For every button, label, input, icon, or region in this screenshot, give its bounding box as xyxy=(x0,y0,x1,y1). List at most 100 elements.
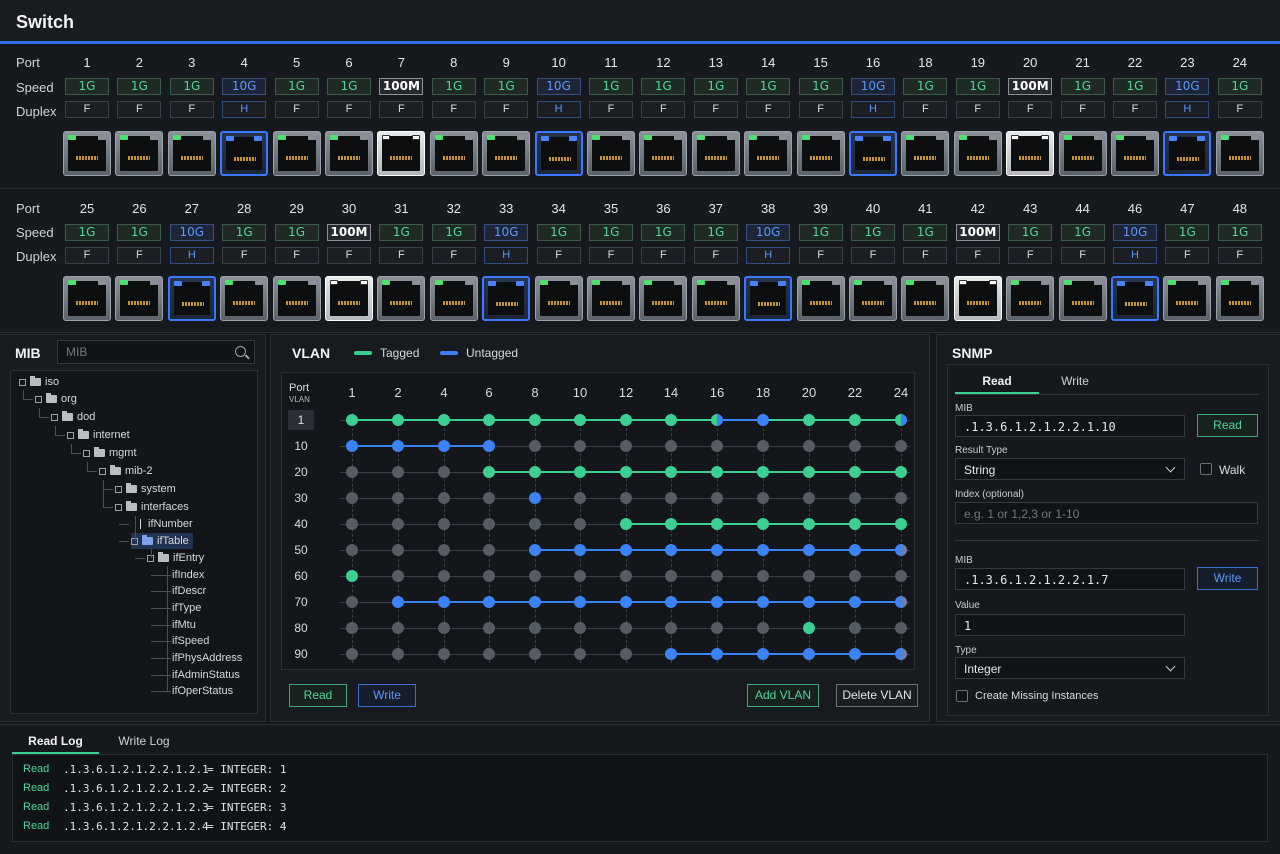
vlan-port-dot[interactable] xyxy=(711,414,723,426)
vlan-port-dot[interactable] xyxy=(803,596,815,608)
vlan-port-dot[interactable] xyxy=(895,544,907,556)
vlan-port-dot[interactable] xyxy=(392,596,404,608)
ethernet-port-37[interactable] xyxy=(691,276,740,321)
vlan-port-dot[interactable] xyxy=(620,492,632,504)
tree-node[interactable]: mib-2 xyxy=(99,463,153,479)
ethernet-port-33[interactable] xyxy=(482,276,531,321)
vlan-port-dot[interactable] xyxy=(849,622,861,634)
ethernet-port-11[interactable] xyxy=(587,131,635,176)
vlan-write-button[interactable]: Write xyxy=(358,684,416,707)
ethernet-port-46[interactable] xyxy=(1111,276,1159,321)
tree-node[interactable]: ifEntry xyxy=(147,550,204,566)
vlan-port-dot[interactable] xyxy=(711,596,723,608)
ethernet-port-42[interactable] xyxy=(953,276,1002,321)
tab-read-log[interactable]: Read Log xyxy=(12,734,99,754)
vlan-port-dot[interactable] xyxy=(711,440,723,452)
vlan-port-dot[interactable] xyxy=(757,440,769,452)
tree-node[interactable]: ifOperStatus xyxy=(172,683,233,699)
vlan-read-button[interactable]: Read xyxy=(289,684,347,707)
ethernet-port-16[interactable] xyxy=(849,131,897,176)
vlan-port-dot[interactable] xyxy=(620,544,632,556)
vlan-port-dot[interactable] xyxy=(574,518,586,530)
vlan-port-dot[interactable] xyxy=(438,492,450,504)
vlan-port-dot[interactable] xyxy=(895,414,907,426)
vlan-port-dot[interactable] xyxy=(392,440,404,452)
snmp-read-button[interactable]: Read xyxy=(1197,414,1258,437)
vlan-port-dot[interactable] xyxy=(392,466,404,478)
vlan-port-dot[interactable] xyxy=(574,440,586,452)
vlan-port-dot[interactable] xyxy=(483,518,495,530)
vlan-port-dot[interactable] xyxy=(483,544,495,556)
vlan-port-dot[interactable] xyxy=(438,414,450,426)
vlan-port-dot[interactable] xyxy=(483,414,495,426)
ethernet-port-24[interactable] xyxy=(1215,131,1264,176)
ethernet-port-34[interactable] xyxy=(534,276,583,321)
ethernet-port-40[interactable] xyxy=(849,276,897,321)
collapse-toggle-icon[interactable] xyxy=(67,431,74,439)
vlan-port-dot[interactable] xyxy=(620,596,632,608)
ethernet-port-35[interactable] xyxy=(587,276,635,321)
vlan-port-dot[interactable] xyxy=(529,518,541,530)
collapse-toggle-icon[interactable] xyxy=(115,485,122,493)
ethernet-port-36[interactable] xyxy=(639,276,688,321)
ethernet-port-10[interactable] xyxy=(534,131,583,176)
tree-node[interactable]: ifPhysAddress xyxy=(172,650,242,666)
vlan-port-dot[interactable] xyxy=(757,648,769,660)
vlan-port-dot[interactable] xyxy=(483,492,495,504)
tab-write-log[interactable]: Write Log xyxy=(104,734,184,748)
delete-vlan-button[interactable]: Delete VLAN xyxy=(836,684,918,707)
ethernet-port-38[interactable] xyxy=(744,276,793,321)
tree-node[interactable]: iso xyxy=(19,374,59,390)
vlan-port-dot[interactable] xyxy=(665,570,677,582)
search-icon[interactable] xyxy=(235,346,246,357)
vlan-port-dot[interactable] xyxy=(346,466,358,478)
vlan-port-dot[interactable] xyxy=(438,466,450,478)
vlan-port-dot[interactable] xyxy=(711,622,723,634)
vlan-port-dot[interactable] xyxy=(665,596,677,608)
vlan-port-dot[interactable] xyxy=(438,648,450,660)
tree-node[interactable]: internet xyxy=(67,427,130,443)
ethernet-port-28[interactable] xyxy=(220,276,269,321)
vlan-port-dot[interactable] xyxy=(392,492,404,504)
tree-node[interactable]: system xyxy=(115,481,176,497)
vlan-port-dot[interactable] xyxy=(438,518,450,530)
vlan-port-dot[interactable] xyxy=(895,466,907,478)
vlan-port-dot[interactable] xyxy=(346,622,358,634)
collapse-toggle-icon[interactable] xyxy=(99,467,106,475)
vlan-port-dot[interactable] xyxy=(803,648,815,660)
ethernet-port-7[interactable] xyxy=(377,131,426,176)
vlan-port-dot[interactable] xyxy=(483,440,495,452)
vlan-port-dot[interactable] xyxy=(849,414,861,426)
vlan-port-dot[interactable] xyxy=(895,648,907,660)
vlan-port-dot[interactable] xyxy=(849,440,861,452)
collapse-toggle-icon[interactable] xyxy=(83,449,90,457)
vlan-port-dot[interactable] xyxy=(711,492,723,504)
vlan-port-dot[interactable] xyxy=(529,414,541,426)
ethernet-port-43[interactable] xyxy=(1006,276,1055,321)
vlan-port-dot[interactable] xyxy=(574,648,586,660)
vlan-port-dot[interactable] xyxy=(392,544,404,556)
ethernet-port-6[interactable] xyxy=(325,131,373,176)
ethernet-port-13[interactable] xyxy=(691,131,740,176)
vlan-port-dot[interactable] xyxy=(895,492,907,504)
ethernet-port-8[interactable] xyxy=(429,131,478,176)
vlan-port-dot[interactable] xyxy=(665,518,677,530)
vlan-port-dot[interactable] xyxy=(574,596,586,608)
vlan-port-dot[interactable] xyxy=(346,570,358,582)
vlan-port-dot[interactable] xyxy=(483,596,495,608)
vlan-port-dot[interactable] xyxy=(665,414,677,426)
collapse-toggle-icon[interactable] xyxy=(115,503,122,511)
vlan-port-dot[interactable] xyxy=(392,414,404,426)
vlan-port-dot[interactable] xyxy=(711,518,723,530)
ethernet-port-25[interactable] xyxy=(63,276,111,321)
create-missing-checkbox[interactable] xyxy=(956,690,968,702)
ethernet-port-23[interactable] xyxy=(1163,131,1212,176)
vlan-port-dot[interactable] xyxy=(483,466,495,478)
vlan-port-dot[interactable] xyxy=(392,518,404,530)
vlan-port-dot[interactable] xyxy=(346,414,358,426)
vlan-port-dot[interactable] xyxy=(529,570,541,582)
ethernet-port-1[interactable] xyxy=(63,131,111,176)
vlan-port-dot[interactable] xyxy=(803,466,815,478)
ethernet-port-21[interactable] xyxy=(1058,131,1107,176)
mib-search-input[interactable] xyxy=(57,340,255,364)
